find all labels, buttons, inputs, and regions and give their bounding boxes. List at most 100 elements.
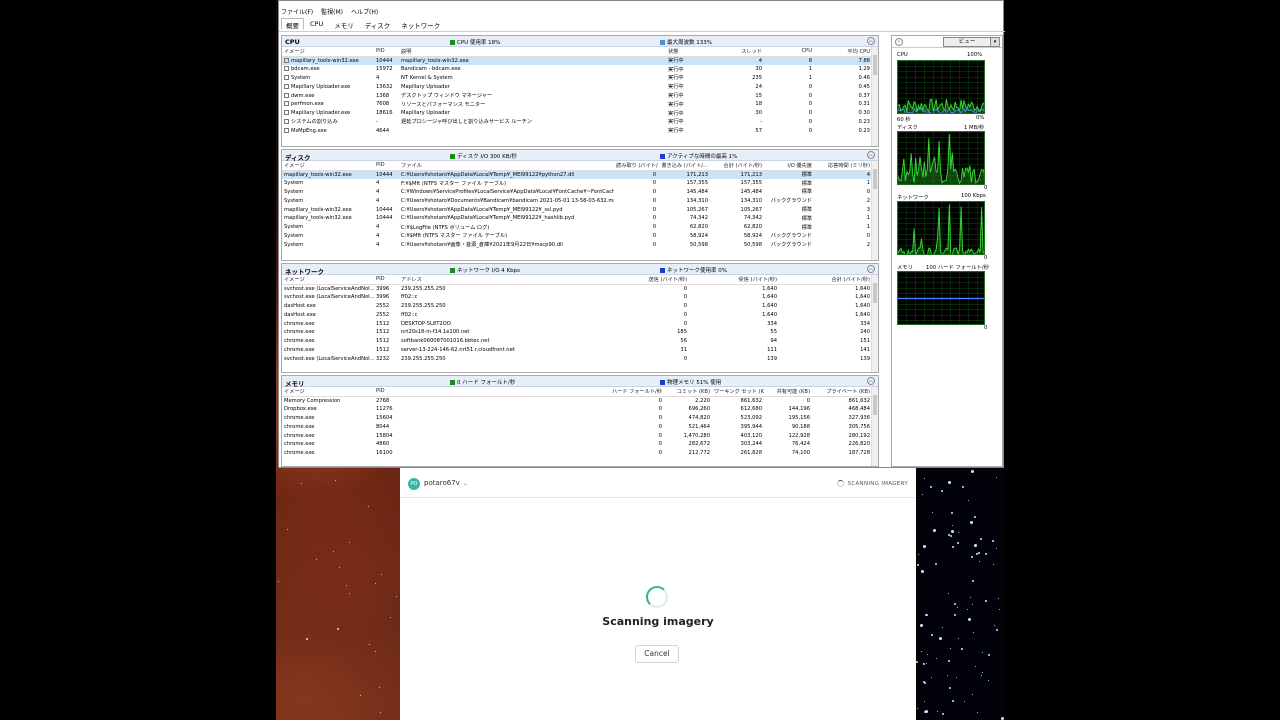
disk-section-header[interactable]: ディスク ディスク I/O 300 KB/秒 アクティブな時間の最高 1% ︿ [282, 150, 878, 162]
table-row[interactable]: bdcam.exe 15972 Bandicam - bdcam.exe 実行中 30 1… [282, 65, 872, 74]
table-row[interactable]: System 4 F:¥$Mft (NTFS マスター ファイル テーブル) 0 157… [282, 179, 872, 188]
tab-overview[interactable]: 概要 [281, 18, 304, 30]
avatar[interactable]: PO [408, 478, 420, 490]
column-header[interactable]: 共有可能 (KB) [764, 387, 812, 397]
column-header[interactable]: イメージ [282, 387, 374, 397]
table-row[interactable]: chrome.exe 1512 server-13-224-146-62.nrt51… [282, 346, 872, 355]
table-row[interactable]: System 4 C:¥$Mft (NTFS マスター ファイル テーブル) 0 58,… [282, 232, 872, 241]
menu-monitor[interactable]: 監視(M) [321, 7, 343, 17]
column-header[interactable]: 状態 [666, 47, 716, 57]
column-header[interactable]: ファイル [399, 161, 614, 171]
table-row[interactable]: dasHost.exe 2552 ff02::c 0 1,640 1,640 [282, 310, 872, 319]
column-header[interactable]: 書き込み (バイト/... [658, 161, 710, 171]
table-row[interactable]: svchost.exe (LocalServiceAndNoI... 3232 23… [282, 354, 872, 363]
scrollbar[interactable] [871, 387, 878, 466]
table-row[interactable]: System 4 C:¥Users¥shotaro¥Documents¥Bandic… [282, 196, 872, 205]
table-row[interactable]: dasHost.exe 2552 239.255.255.250 0 1,640 1,64… [282, 302, 872, 311]
tab-memory[interactable]: メモリ [329, 18, 359, 30]
row-checkbox[interactable] [284, 119, 289, 125]
column-header[interactable]: プライベート (KB) [812, 387, 872, 397]
row-checkbox[interactable] [284, 74, 289, 80]
collapse-icon[interactable]: ︿ [867, 37, 875, 45]
table-row[interactable]: System 4 C:¥Users¥shotaro¥画像・音源_倉庫¥2021年9月… [282, 240, 872, 249]
cpu-section-header[interactable]: CPU CPU 使用率 18% 最大周波数 133% ︿ [282, 36, 878, 47]
row-checkbox[interactable] [284, 110, 289, 116]
table-row[interactable]: Dropbox.exe 11276 0 696,260 612,680 144,196 46… [282, 405, 872, 414]
column-header[interactable]: I/O 優先度 [764, 161, 814, 171]
column-header[interactable]: 応答時間 (ミリ秒) [814, 161, 872, 171]
column-header[interactable]: 合計 (バイト/秒) [779, 275, 872, 285]
row-checkbox[interactable] [284, 57, 289, 63]
network-section-header[interactable]: ネットワーク ネットワーク I/O 4 Kbps ネットワーク使用率 0% ︿ [282, 264, 878, 276]
table-row[interactable]: System 4 C:¥$LogFile (NTFS ボリューム ログ) 0 62,82… [282, 223, 872, 232]
column-header[interactable]: コミット (KB) [664, 387, 712, 397]
column-header[interactable]: アドレス [399, 275, 599, 285]
table-row[interactable]: System 4 C:¥Windows¥ServiceProfiles¥LocalS… [282, 188, 872, 197]
column-header[interactable]: PID [374, 387, 399, 397]
table-row[interactable]: svchost.exe (LocalServiceAndNoI... 3996 ff… [282, 293, 872, 302]
column-header[interactable]: CPU [764, 47, 814, 57]
column-header[interactable]: 合計 (バイト/秒) [710, 161, 764, 171]
column-header[interactable]: PID [374, 275, 399, 285]
table-row[interactable]: chrome.exe 4860 0 282,672 303,244 76,424 226,8… [282, 440, 872, 449]
table-row[interactable]: chrome.exe 15804 0 1,470,280 403,120 122,928 2… [282, 431, 872, 440]
table-row[interactable]: System 4 NT Kernel & System 実行中 235 1 0.46 [282, 74, 872, 83]
memory-section-header[interactable]: メモリ 0 ハード フォールト/秒 物理メモリ 51% 使用 ︿ [282, 376, 878, 388]
table-row[interactable]: chrome.exe 16100 0 212,772 261,828 74,100 187,… [282, 449, 872, 458]
row-checkbox[interactable] [284, 101, 289, 107]
column-header[interactable]: イメージ [282, 275, 374, 285]
table-row[interactable]: chrome.exe 1512 DESKTOP-5L8T2OO 0 334 334 [282, 319, 872, 328]
table-row[interactable]: Mapillary Uploader.exe 18616 Mapillary Upl… [282, 109, 872, 118]
table-row[interactable]: システムの割り込み - 遅延プロシージャ呼び出しと割り込みサービス ルーチン 実行中 -… [282, 118, 872, 127]
scrollbar[interactable] [871, 161, 878, 260]
column-header[interactable]: 平均 CPU [814, 47, 872, 57]
user-menu[interactable]: potaro67v ⌄ [424, 479, 468, 487]
column-header[interactable]: 受信 (バイト/秒) [689, 275, 779, 285]
table-row[interactable]: chrome.exe 1512 softbank060087001016.bbtec… [282, 337, 872, 346]
table-row[interactable]: Mapillary Uploader.exe 13632 Mapillary Upl… [282, 82, 872, 91]
collapse-icon[interactable]: ︿ [867, 151, 875, 159]
scrollbar[interactable] [871, 275, 878, 372]
tab-disk[interactable]: ディスク [360, 18, 396, 30]
scrollbar[interactable] [871, 47, 878, 146]
row-checkbox[interactable] [284, 66, 289, 72]
menu-help[interactable]: ヘルプ(H) [351, 7, 378, 17]
row-checkbox[interactable] [284, 127, 289, 133]
row-checkbox[interactable] [284, 83, 289, 89]
scrollbar-thumb[interactable] [873, 395, 877, 415]
table-row[interactable]: perfmon.exe 7608 リソースとパフォーマンス モニター 実行中 18 0 0.… [282, 100, 872, 109]
column-header[interactable]: スレッド [716, 47, 764, 57]
chevron-down-icon[interactable]: ▾ [990, 37, 1000, 47]
table-row[interactable]: chrome.exe 8044 0 521,464 395,944 90,188 305,7… [282, 422, 872, 431]
table-row[interactable]: Memory Compression 2768 0 2,220 861,632 0 861,… [282, 396, 872, 405]
title-bar[interactable] [279, 1, 1005, 7]
collapse-icon[interactable]: ︿ [867, 265, 875, 273]
table-row[interactable]: mapillary_tools-win32.exe 10444 mapillary_… [282, 56, 872, 65]
scrollbar-thumb[interactable] [873, 55, 877, 75]
table-row[interactable]: chrome.exe 1512 nrt20s18-in-f14.1e100.net 1… [282, 328, 872, 337]
view-button[interactable]: ビュー [943, 37, 991, 47]
column-header[interactable]: 説明 [399, 47, 666, 57]
column-header[interactable]: 送信 (バイト/秒) [599, 275, 689, 285]
scrollbar-thumb[interactable] [873, 283, 877, 303]
table-row[interactable]: dwm.exe 1368 デスクトップ ウィンドウ マネージャー 実行中 15 0 0.37 [282, 91, 872, 100]
column-header[interactable]: 読み取り (バイト/... [614, 161, 658, 171]
menu-file[interactable]: ファイル(F) [281, 7, 313, 17]
collapse-icon[interactable]: ︿ [867, 377, 875, 385]
table-row[interactable]: MsMpEng.exe 4644 実行中 57 0 0.23 [282, 126, 872, 135]
chevron-right-icon[interactable]: › [895, 38, 903, 46]
column-header[interactable]: イメージ [282, 161, 374, 171]
row-checkbox[interactable] [284, 92, 289, 98]
table-row[interactable]: svchost.exe (LocalServiceAndNoI... 3996 23… [282, 284, 872, 293]
table-row[interactable]: mapillary_tools-win32.exe 10444 C:¥Users¥s… [282, 205, 872, 214]
tab-network[interactable]: ネットワーク [396, 18, 445, 30]
tab-cpu[interactable]: CPU [305, 18, 328, 30]
table-row[interactable]: chrome.exe 15604 0 474,820 523,092 195,156 327… [282, 414, 872, 423]
table-row[interactable]: mapillary_tools-win32.exe 10444 C:¥Users¥s… [282, 170, 872, 179]
cancel-button[interactable]: Cancel [635, 645, 679, 663]
column-header[interactable]: ハード フォールト/秒 [399, 387, 664, 397]
column-header[interactable]: PID [374, 47, 399, 57]
scrollbar-thumb[interactable] [873, 169, 877, 189]
table-row[interactable]: mapillary_tools-win32.exe 10444 C:¥Users¥s… [282, 214, 872, 223]
column-header[interactable]: ワーキング セット (KB) [712, 387, 764, 397]
